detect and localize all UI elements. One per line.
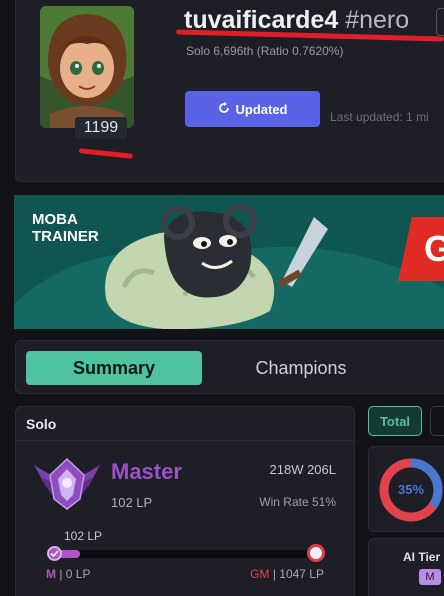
username-name: tuvaificarde4	[184, 6, 339, 34]
progress-from-lp: 0 LP	[65, 567, 91, 581]
progress-from: M | 0 LP	[46, 567, 90, 581]
summoner-level-badge: 1199	[75, 117, 127, 139]
filter-button-partial[interactable]	[430, 406, 444, 436]
progress-to-tier: GM	[250, 567, 270, 581]
ai-tier-card: AI Tier M	[368, 538, 444, 596]
ai-tier-label: AI Tier	[403, 550, 441, 564]
donut-label: 35%	[397, 482, 425, 497]
tab-summary[interactable]: Summary	[26, 351, 202, 385]
progress-from-tier: M	[46, 567, 56, 581]
win-rate: Win Rate 51%	[259, 495, 336, 509]
profile-action-button[interactable]	[436, 8, 444, 36]
profile-avatar	[40, 6, 134, 128]
progress-to: GM | 1047 LP	[250, 567, 324, 581]
winrate-donut-card: 35%	[368, 446, 444, 532]
lp-progress-track	[54, 550, 316, 558]
ad-brand-line2: TRAINER	[32, 228, 99, 245]
tab-champions[interactable]: Champions	[216, 351, 386, 385]
master-emblem-icon	[32, 455, 102, 516]
last-updated-text: Last updated: 1 mi	[330, 110, 429, 124]
progress-to-lp: 1047 LP	[279, 567, 324, 581]
updated-button[interactable]: Updated	[185, 91, 320, 127]
ad-brand-line1: MOBA	[32, 211, 78, 228]
divider	[16, 440, 354, 441]
solo-rank-card: Solo Master 102 LP 218W 206L Win Rate 51…	[15, 406, 355, 596]
ladder-rank: Solo 6,696th (Ratio 0.7620%)	[186, 44, 344, 58]
ai-tier-badge: M	[419, 569, 441, 585]
updated-button-label: Updated	[235, 101, 288, 117]
refresh-icon	[218, 101, 230, 117]
win-loss-record: 218W 206L	[269, 462, 337, 477]
username: tuvaificarde4 #nero	[184, 6, 409, 35]
tab-bar: Summary Champions	[15, 340, 444, 394]
ad-banner[interactable]: MOBA TRAINER GO	[14, 195, 444, 329]
total-filter-button[interactable]: Total	[368, 406, 422, 436]
ad-brand: MOBA TRAINER	[32, 211, 99, 245]
league-points: 102 LP	[111, 495, 153, 510]
solo-card-title: Solo	[26, 416, 57, 432]
progress-start-check-icon	[47, 546, 62, 561]
tier-name: Master	[111, 459, 182, 484]
progress-end-node	[307, 544, 325, 562]
username-tag: #nero	[345, 6, 410, 34]
progress-current-lp: 102 LP	[64, 529, 103, 543]
